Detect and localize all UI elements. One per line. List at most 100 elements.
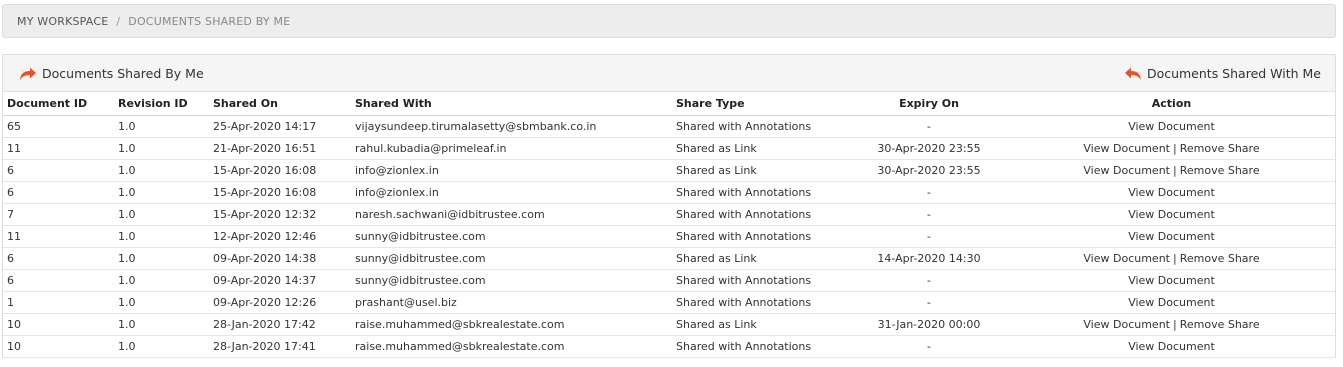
cell-action: View Document — [1008, 225, 1335, 248]
action-separator: | — [1172, 164, 1177, 177]
cell-action: View Document | Remove Share — [1008, 137, 1335, 160]
cell-action: View Document — [1008, 335, 1335, 358]
action-separator: | — [1172, 252, 1177, 265]
cell-shared-with: raise.muhammed@sbkrealestate.com — [351, 313, 672, 336]
cell-document-id: 6 — [3, 159, 114, 182]
cell-share-type: Shared as Link — [672, 247, 850, 270]
cell-action: View Document | Remove Share — [1008, 159, 1335, 182]
table-row: 6 1.0 15-Apr-2020 16:08 info@zionlex.in Shar… — [3, 181, 1335, 204]
cell-share-type: Shared with Annotations — [672, 115, 850, 138]
cell-share-type: Shared with Annotations — [672, 335, 850, 358]
action-separator: | — [1172, 142, 1177, 155]
cell-revision-id: 1.0 — [114, 115, 209, 138]
table-row: 10 1.0 28-Jan-2020 17:41 raise.muhammed@sbk… — [3, 335, 1335, 358]
shared-documents-panel: Documents Shared By Me Documents Shared … — [2, 54, 1336, 358]
view-document-link[interactable]: View Document — [1128, 230, 1215, 243]
table-row: 1 1.0 09-Apr-2020 12:26 prashant@usel.biz Sh… — [3, 291, 1335, 314]
cell-shared-on: 15-Apr-2020 12:32 — [209, 203, 351, 226]
cell-action: View Document | Remove Share — [1008, 313, 1335, 336]
view-document-link[interactable]: View Document — [1083, 164, 1170, 177]
cell-revision-id: 1.0 — [114, 247, 209, 270]
cell-shared-on: 09-Apr-2020 14:37 — [209, 269, 351, 292]
breadcrumb-current: DOCUMENTS SHARED BY ME — [128, 14, 291, 28]
cell-revision-id: 1.0 — [114, 203, 209, 226]
breadcrumb: MY WORKSPACE / DOCUMENTS SHARED BY ME — [2, 4, 1336, 38]
table-row: 7 1.0 15-Apr-2020 12:32 naresh.sachwani@idb… — [3, 203, 1335, 226]
column-header-document-id[interactable]: Document ID — [3, 92, 114, 116]
cell-share-type: Shared with Annotations — [672, 269, 850, 292]
breadcrumb-home-link[interactable]: MY WORKSPACE — [17, 15, 108, 28]
cell-revision-id: 1.0 — [114, 137, 209, 160]
cell-shared-with: prashant@usel.biz — [351, 291, 672, 314]
column-header-shared-on[interactable]: Shared On — [209, 92, 351, 116]
remove-share-link[interactable]: Remove Share — [1180, 142, 1260, 155]
cell-revision-id: 1.0 — [114, 269, 209, 292]
column-header-shared-with[interactable]: Shared With — [351, 92, 672, 116]
table-row: 6 1.0 09-Apr-2020 14:37 sunny@idbitrustee.c… — [3, 269, 1335, 292]
cell-share-type: Shared as Link — [672, 137, 850, 160]
table-row: 11 1.0 12-Apr-2020 12:46 sunny@idbitrustee.… — [3, 225, 1335, 248]
cell-shared-with: info@zionlex.in — [351, 181, 672, 204]
cell-action: View Document — [1008, 269, 1335, 292]
table-row: 10 1.0 28-Jan-2020 17:42 raise.muhammed@sbk… — [3, 313, 1335, 336]
remove-share-link[interactable]: Remove Share — [1180, 252, 1260, 265]
share-forward-icon — [20, 67, 36, 80]
view-document-link[interactable]: View Document — [1083, 252, 1170, 265]
cell-share-type: Shared as Link — [672, 313, 850, 336]
view-document-link[interactable]: View Document — [1128, 296, 1215, 309]
cell-revision-id: 1.0 — [114, 335, 209, 358]
table-row: 65 1.0 25-Apr-2020 14:17 vijaysundeep.tirum… — [3, 115, 1335, 138]
cell-expiry-on: - — [850, 181, 1008, 204]
remove-share-link[interactable]: Remove Share — [1180, 318, 1260, 331]
column-header-revision-id[interactable]: Revision ID — [114, 92, 209, 116]
column-header-action: Action — [1008, 92, 1335, 116]
cell-shared-with: sunny@idbitrustee.com — [351, 225, 672, 248]
cell-share-type: Shared with Annotations — [672, 225, 850, 248]
cell-document-id: 11 — [3, 225, 114, 248]
cell-shared-with: raise.muhammed@sbkrealestate.com — [351, 335, 672, 358]
remove-share-link[interactable]: Remove Share — [1180, 164, 1260, 177]
cell-expiry-on: - — [850, 291, 1008, 314]
cell-shared-on: 25-Apr-2020 14:17 — [209, 115, 351, 138]
view-document-link[interactable]: View Document — [1128, 340, 1215, 353]
documents-shared-with-me-tab[interactable]: Documents Shared With Me — [1124, 66, 1321, 81]
documents-shared-by-me-label: Documents Shared By Me — [42, 65, 204, 81]
cell-shared-on: 12-Apr-2020 12:46 — [209, 225, 351, 248]
cell-share-type: Shared with Annotations — [672, 203, 850, 226]
cell-shared-with: naresh.sachwani@idbitrustee.com — [351, 203, 672, 226]
cell-expiry-on: 31-Jan-2020 00:00 — [850, 313, 1008, 336]
view-document-link[interactable]: View Document — [1128, 274, 1215, 287]
cell-action: View Document — [1008, 203, 1335, 226]
view-document-link[interactable]: View Document — [1083, 318, 1170, 331]
cell-document-id: 6 — [3, 247, 114, 270]
cell-share-type: Shared with Annotations — [672, 181, 850, 204]
table-body: 65 1.0 25-Apr-2020 14:17 vijaysundeep.tirum… — [3, 115, 1335, 358]
cell-document-id: 6 — [3, 269, 114, 292]
cell-shared-with: info@zionlex.in — [351, 159, 672, 182]
shared-documents-table: Document ID Revision ID Shared On Shared… — [3, 92, 1335, 358]
cell-expiry-on: - — [850, 203, 1008, 226]
table-row: 11 1.0 21-Apr-2020 16:51 rahul.kubadia@prim… — [3, 137, 1335, 160]
cell-shared-with: vijaysundeep.tirumalasetty@sbmbank.co.in — [351, 115, 672, 138]
view-document-link[interactable]: View Document — [1128, 208, 1215, 221]
cell-document-id: 10 — [3, 335, 114, 358]
cell-share-type: Shared as Link — [672, 159, 850, 182]
action-separator: | — [1172, 318, 1177, 331]
cell-shared-on: 21-Apr-2020 16:51 — [209, 137, 351, 160]
cell-shared-on: 09-Apr-2020 12:26 — [209, 291, 351, 314]
cell-document-id: 1 — [3, 291, 114, 314]
cell-shared-on: 15-Apr-2020 16:08 — [209, 181, 351, 204]
documents-shared-by-me-tab[interactable]: Documents Shared By Me — [19, 66, 204, 81]
view-document-link[interactable]: View Document — [1128, 186, 1215, 199]
column-header-expiry-on[interactable]: Expiry On — [850, 92, 1008, 116]
cell-document-id: 65 — [3, 115, 114, 138]
column-header-share-type[interactable]: Share Type — [672, 92, 850, 116]
cell-revision-id: 1.0 — [114, 291, 209, 314]
cell-shared-with: sunny@idbitrustee.com — [351, 269, 672, 292]
cell-shared-on: 15-Apr-2020 16:08 — [209, 159, 351, 182]
cell-shared-on: 28-Jan-2020 17:41 — [209, 335, 351, 358]
view-document-link[interactable]: View Document — [1128, 120, 1215, 133]
share-back-icon — [1124, 67, 1141, 80]
cell-action: View Document | Remove Share — [1008, 247, 1335, 270]
view-document-link[interactable]: View Document — [1083, 142, 1170, 155]
